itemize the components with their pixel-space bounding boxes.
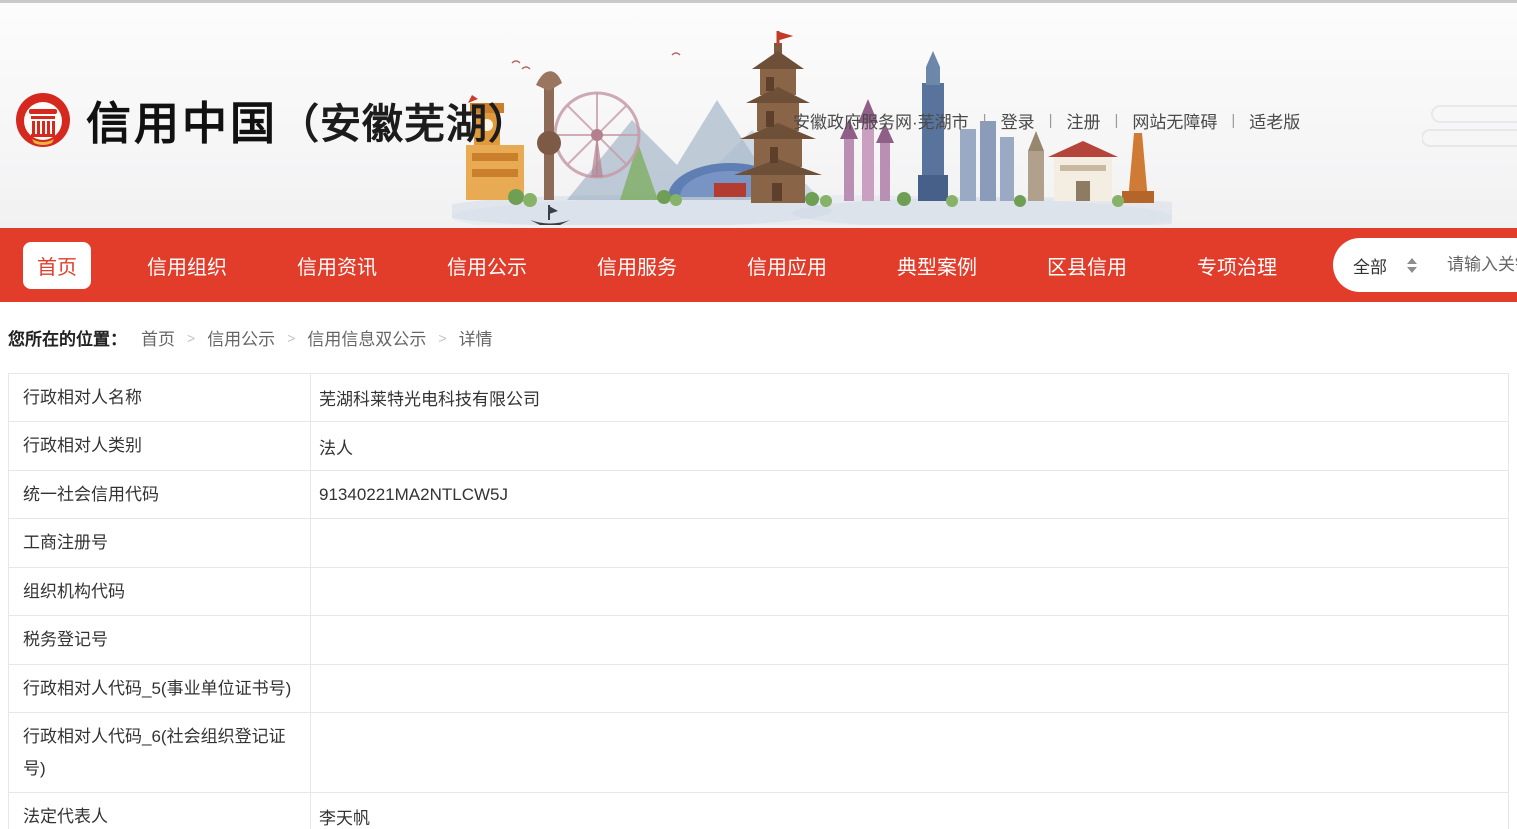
- row-value: [311, 713, 1508, 792]
- row-label: 行政相对人代码_6(社会组织登记证号): [9, 713, 311, 792]
- table-row: 组织机构代码: [9, 567, 1508, 617]
- breadcrumb: 您所在的位置： 首页 > 信用公示 > 信用信息双公示 > 详情: [0, 302, 1517, 373]
- header-links: 安徽政府服务网·芜湖市 | 登录 | 注册 | 网站无障碍 | 适老版: [793, 108, 1300, 133]
- header-link-separator: |: [1114, 112, 1119, 129]
- breadcrumb-item-2[interactable]: 信用信息双公示: [307, 325, 426, 350]
- breadcrumb-separator: >: [287, 329, 296, 346]
- train-watermark-image: [1422, 105, 1517, 147]
- nav-item-1[interactable]: 信用组织: [133, 242, 241, 289]
- nav-item-7[interactable]: 区县信用: [1033, 242, 1141, 289]
- main-nav: 首页 信用组织 信用资讯 信用公示 信用服务 信用应用 典型案例 区县信用 专项治理 全部: [0, 228, 1517, 302]
- nav-item-2[interactable]: 信用资讯: [283, 242, 391, 289]
- row-label: 税务登记号: [9, 616, 311, 664]
- row-label: 行政相对人名称: [9, 374, 311, 422]
- search-bar: 全部: [1333, 238, 1517, 292]
- table-row: 行政相对人代码_6(社会组织登记证号): [9, 713, 1508, 793]
- table-row: 行政相对人名称 芜湖科莱特光电科技有限公司: [9, 374, 1508, 423]
- table-row: 统一社会信用代码 91340221MA2NTLCW5J: [9, 470, 1508, 520]
- row-value: [311, 665, 1508, 712]
- breadcrumb-label: 您所在的位置：: [8, 330, 127, 349]
- row-value: 李天帆: [319, 809, 370, 829]
- breadcrumb-item-3: 详情: [458, 330, 493, 349]
- nav-item-6[interactable]: 典型案例: [883, 242, 991, 289]
- row-label: 统一社会信用代码: [9, 470, 311, 519]
- row-label: 行政相对人类别: [9, 422, 311, 470]
- nav-item-0[interactable]: 首页: [23, 241, 91, 289]
- row-value: 芜湖科莱特光电科技有限公司: [319, 390, 540, 410]
- nav-item-5[interactable]: 信用应用: [733, 242, 841, 289]
- table-row: 税务登记号: [9, 616, 1508, 665]
- header-link-1[interactable]: 登录: [1001, 108, 1035, 133]
- row-value: [311, 519, 1508, 566]
- table-row: 行政相对人类别 法人: [9, 422, 1508, 471]
- row-value: [311, 616, 1508, 663]
- up-down-arrows-icon: [1407, 257, 1417, 273]
- row-label: 法定代表人: [9, 792, 311, 829]
- site-subtitle: （安徽芜湖）: [278, 100, 531, 147]
- credit-china-seal-icon: [16, 92, 70, 147]
- breadcrumb-item-1[interactable]: 信用公示: [207, 325, 275, 350]
- search-input[interactable]: [1447, 255, 1517, 275]
- header-link-separator: |: [1231, 112, 1236, 129]
- search-category-value: 全部: [1353, 257, 1387, 277]
- header-link-2[interactable]: 注册: [1066, 108, 1100, 133]
- header-link-separator: |: [982, 112, 987, 129]
- table-row: 法定代表人 李天帆: [9, 792, 1508, 829]
- row-label: 工商注册号: [9, 519, 311, 567]
- nav-item-4[interactable]: 信用服务: [583, 242, 691, 289]
- header-link-3[interactable]: 网站无障碍: [1132, 108, 1217, 133]
- header-link-separator: |: [1048, 112, 1053, 129]
- row-label: 组织机构代码: [9, 567, 311, 616]
- breadcrumb-separator: >: [438, 329, 447, 346]
- row-value: 91340221MA2NTLCW5J: [319, 484, 508, 504]
- site-header: 信用中国 （安徽芜湖） 安徽政府服务网·芜湖市 | 登录 | 注册 | 网站无障碍 | 适老版: [0, 3, 1517, 228]
- site-title: 信用中国: [86, 98, 279, 149]
- row-value: 法人: [319, 438, 353, 458]
- header-link-0[interactable]: 安徽政府服务网·芜湖市: [793, 108, 969, 133]
- table-row: 行政相对人代码_5(事业单位证书号): [9, 664, 1508, 714]
- breadcrumb-items: 首页 > 信用公示 > 信用信息双公示 > 详情: [141, 325, 493, 350]
- breadcrumb-separator: >: [187, 329, 196, 346]
- search-category-select[interactable]: 全部: [1353, 253, 1417, 278]
- nav-items-container: 首页 信用组织 信用资讯 信用公示 信用服务 信用应用 典型案例 区县信用 专项治理: [23, 241, 1333, 289]
- nav-item-8[interactable]: 专项治理: [1183, 242, 1291, 289]
- company-detail-table: 行政相对人名称 芜湖科莱特光电科技有限公司 行政相对人类别 法人 统一社会信用代码 913…: [8, 373, 1509, 829]
- row-label: 行政相对人代码_5(事业单位证书号): [9, 664, 311, 713]
- table-row: 工商注册号: [9, 519, 1508, 568]
- row-value: [311, 568, 1508, 615]
- breadcrumb-item-0[interactable]: 首页: [141, 325, 175, 350]
- header-link-4[interactable]: 适老版: [1249, 108, 1300, 133]
- nav-item-3[interactable]: 信用公示: [433, 242, 541, 289]
- site-logo[interactable]: 信用中国 （安徽芜湖）: [14, 87, 530, 152]
